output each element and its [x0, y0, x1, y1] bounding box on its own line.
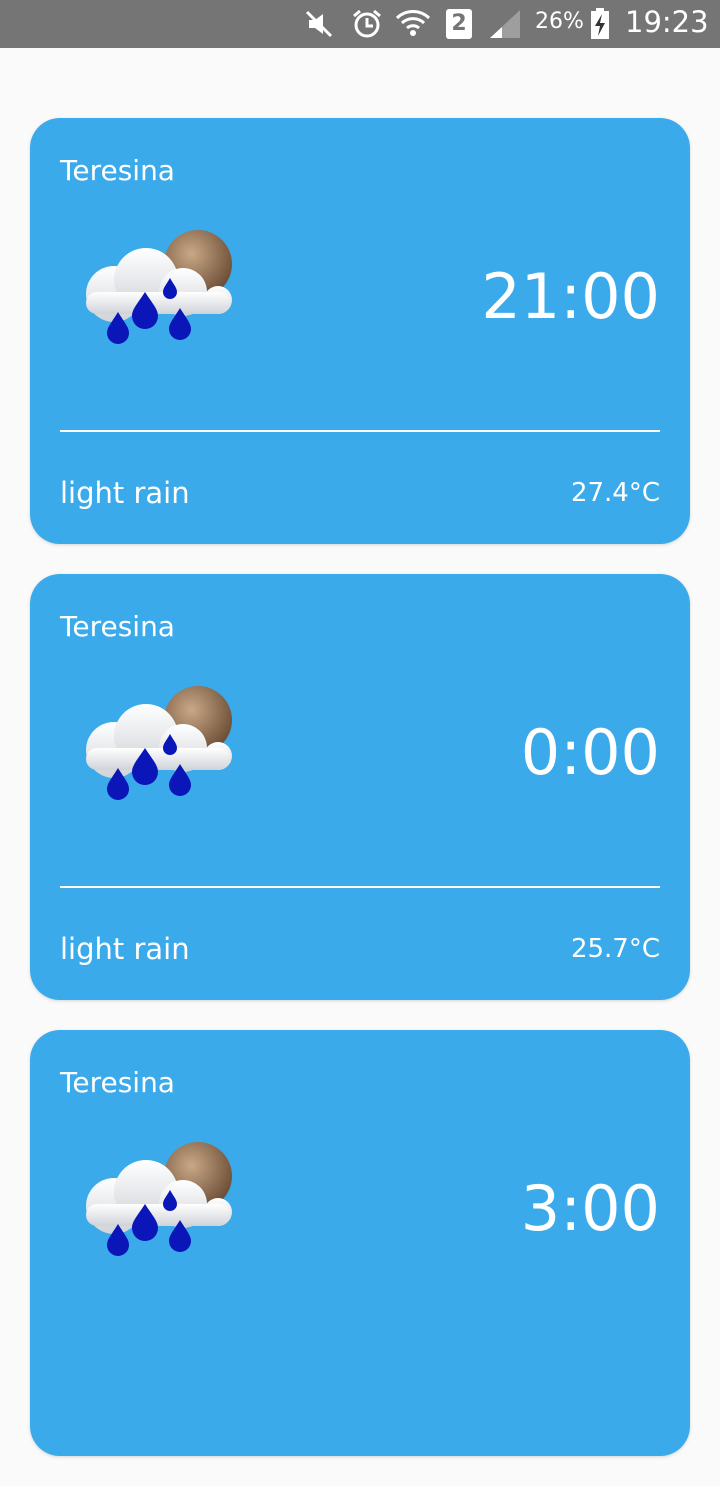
- temperature: 25.7°C: [570, 934, 660, 964]
- city-name: Teresina: [60, 1066, 175, 1099]
- forecast-card[interactable]: Teresina: [30, 118, 690, 544]
- forecast-time: 0:00: [520, 716, 660, 789]
- status-bar: 2 26% 19:23: [0, 0, 720, 48]
- forecast-time: 21:00: [481, 260, 660, 333]
- light-rain-icon: [86, 686, 232, 800]
- city-name: Teresina: [60, 610, 175, 643]
- light-rain-icon: [86, 1142, 232, 1256]
- light-rain-icon: [86, 230, 232, 344]
- sim-icon: 2: [446, 9, 472, 39]
- status-clock: 19:23: [625, 5, 709, 39]
- forecast-card[interactable]: Teresina: [30, 574, 690, 1000]
- weather-description: light rain: [60, 476, 190, 510]
- wifi-icon: [395, 10, 431, 36]
- battery-charging-icon: [591, 8, 609, 39]
- divider: [60, 430, 660, 432]
- divider: [60, 886, 660, 888]
- city-name: Teresina: [60, 154, 175, 187]
- forecast-time: 3:00: [520, 1172, 660, 1245]
- signal-icon: [490, 10, 520, 38]
- weather-description: light rain: [60, 932, 190, 966]
- alarm-icon: [353, 9, 381, 38]
- battery-percentage: 26%: [535, 9, 584, 34]
- forecast-card[interactable]: Teresina: [30, 1030, 690, 1456]
- mute-icon: [305, 10, 333, 38]
- temperature: 27.4°C: [570, 478, 660, 508]
- forecast-list[interactable]: Teresina 21:00 light rain 27.4°C Teresin…: [30, 118, 690, 1486]
